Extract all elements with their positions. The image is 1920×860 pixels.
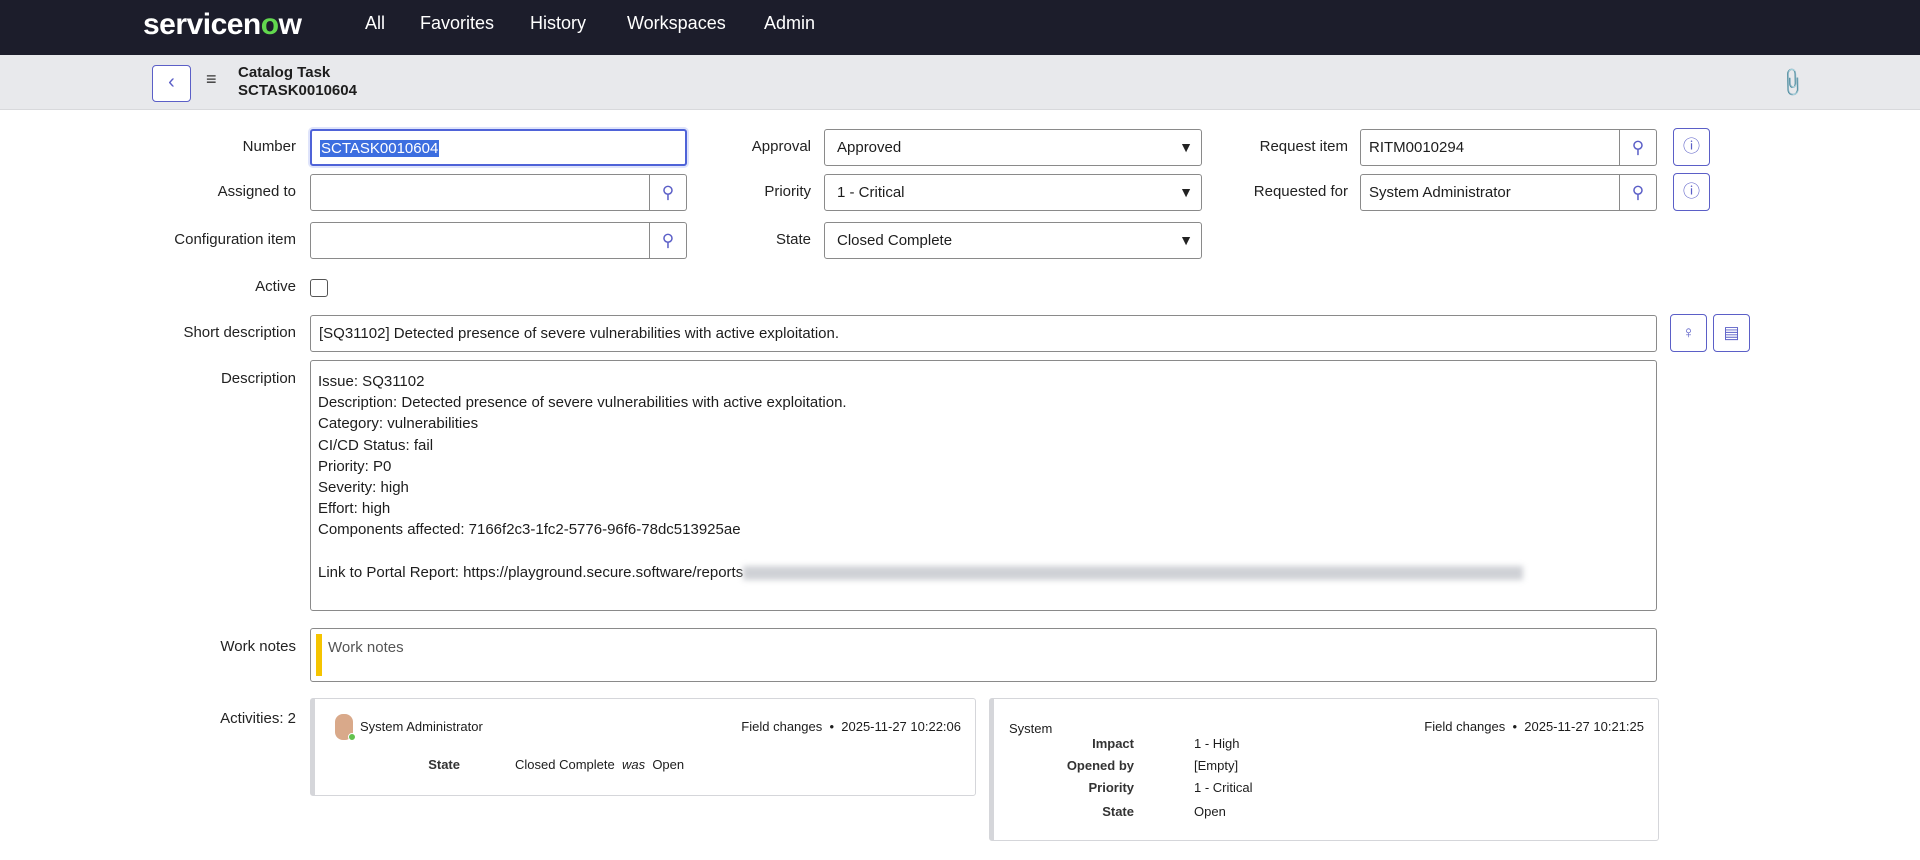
activity-card: System Administrator Field changes • 202… (310, 698, 976, 796)
change-field: State (428, 757, 460, 772)
search-icon[interactable]: ⚲ (1620, 129, 1657, 166)
number-label: Number (242, 138, 296, 155)
search-icon[interactable]: ⚲ (1620, 174, 1657, 211)
activity-card: System Field changes • 2025-11-27 10:21:… (989, 698, 1659, 841)
change-value: [Empty] (1194, 758, 1239, 773)
assigned-to-label: Assigned to (217, 183, 296, 200)
chevron-left-icon: ‹ (168, 71, 175, 93)
description-line: Link to Portal Report: https://playgroun… (318, 562, 1649, 583)
nav-workspaces[interactable]: Workspaces (627, 13, 726, 34)
chevron-down-icon: ▼ (1179, 232, 1193, 248)
activity-timestamp: 2025-11-27 10:21:25 (1524, 719, 1644, 734)
change-field: Impact (1092, 736, 1134, 751)
nav-favorites[interactable]: Favorites (420, 13, 494, 34)
work-notes-placeholder: Work notes (328, 639, 404, 656)
description-textarea[interactable]: Issue: SQ31102 Description: Detected pre… (310, 360, 1657, 611)
info-icon[interactable]: ⓘ (1673, 173, 1710, 211)
activity-author: System Administrator (360, 719, 483, 734)
lightbulb-icon[interactable]: ♀ (1670, 314, 1707, 352)
change-value: 1 - High (1194, 736, 1240, 751)
redacted-url (743, 565, 1524, 580)
nav-all[interactable]: All (365, 13, 385, 34)
info-icon[interactable]: ⓘ (1673, 128, 1710, 166)
old-value: Open (652, 757, 685, 772)
servicenow-logo[interactable]: servicenow (143, 8, 302, 42)
nav-admin[interactable]: Admin (764, 13, 815, 34)
active-checkbox[interactable] (310, 279, 328, 297)
work-notes-input[interactable]: Work notes (310, 628, 1657, 682)
work-notes-indicator (316, 634, 322, 676)
activity-meta: Field changes • 2025-11-27 10:22:06 (741, 719, 961, 734)
state-select[interactable]: Closed Complete ▼ (824, 222, 1202, 259)
change-value: 1 - Critical (1194, 780, 1253, 795)
state-value: Closed Complete (837, 232, 953, 249)
activity-type: Field changes (741, 719, 823, 734)
portal-report-link: Link to Portal Report: https://playgroun… (318, 563, 744, 581)
description-line: Category: vulnerabilities (318, 415, 479, 433)
new-value: Closed Complete (515, 757, 615, 772)
back-button[interactable]: ‹ (152, 65, 191, 102)
record-number: SCTASK0010604 (238, 82, 357, 99)
request-item-label: Request item (1259, 138, 1348, 155)
description-line: Issue: SQ31102 (318, 373, 425, 390)
description-line: Effort: high (318, 500, 391, 518)
active-label: Active (255, 278, 296, 295)
table-name: Catalog Task (238, 64, 331, 81)
description-line: CI/CD Status: fail (318, 436, 434, 454)
requested-for-label: Requested for (1253, 183, 1348, 200)
nav-history[interactable]: History (530, 13, 586, 34)
configuration-item-label: Configuration item (174, 231, 296, 248)
description-line: Priority: P0 (318, 457, 392, 475)
knowledge-book-icon[interactable]: ▤ (1713, 314, 1750, 352)
activity-type: Field changes (1424, 719, 1506, 734)
activity-timestamp: 2025-11-27 10:22:06 (841, 719, 961, 734)
description-line: Severity: high (318, 479, 409, 497)
was-label: was (621, 757, 646, 772)
record-title: Catalog Task SCTASK0010604 (238, 64, 357, 100)
change-field: State (1102, 804, 1134, 819)
short-description-input[interactable]: [SQ31102] Detected presence of severe vu… (310, 315, 1657, 352)
description-label: Description (220, 370, 296, 387)
approval-label: Approval (751, 138, 811, 155)
number-value: SCTASK0010604 (320, 140, 440, 157)
activities-label: Activities: 2 (220, 710, 296, 727)
short-description-label: Short description (183, 324, 296, 341)
approval-value: Approved (837, 139, 902, 156)
change-value: Open (1194, 804, 1226, 819)
avatar (335, 714, 356, 741)
priority-value: 1 - Critical (837, 184, 905, 201)
change-field: Opened by (1066, 758, 1134, 773)
request-item-input[interactable]: RITM0010294 (1360, 129, 1620, 166)
priority-label: Priority (764, 183, 811, 200)
context-menu-icon[interactable]: ≡ (206, 69, 217, 90)
online-status-icon (348, 733, 356, 741)
activity-author: System (1009, 721, 1053, 736)
description-line: Description: Detected presence of severe… (318, 394, 847, 412)
change-value: Closed Complete was Open (515, 757, 684, 772)
activity-meta: Field changes • 2025-11-27 10:21:25 (1424, 719, 1644, 734)
top-nav: servicenow All Favorites History Workspa… (0, 0, 1920, 55)
change-field: Priority (1088, 780, 1134, 795)
state-label: State (775, 231, 811, 248)
requested-for-input[interactable]: System Administrator (1360, 174, 1620, 211)
description-line: Components affected: 7166f2c3-1fc2-5776-… (318, 521, 741, 539)
work-notes-label: Work notes (220, 638, 296, 655)
